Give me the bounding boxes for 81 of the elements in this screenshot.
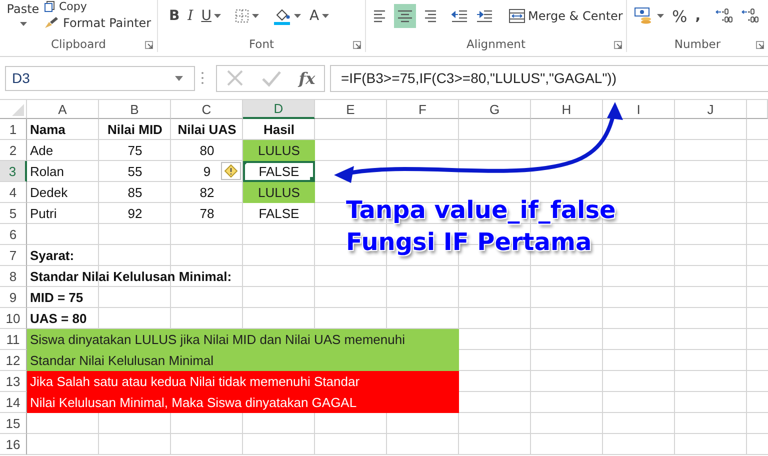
column-header[interactable]: J	[675, 100, 747, 119]
merge-cells-icon	[509, 9, 525, 23]
caret-icon	[20, 22, 26, 26]
format-painter-button[interactable]: Format Painter	[44, 12, 157, 34]
column-header[interactable]: D	[243, 100, 315, 119]
underline-button[interactable]: U	[198, 4, 224, 28]
borders-icon	[235, 9, 250, 23]
caret-icon	[322, 14, 330, 18]
table-cell[interactable]: 9	[171, 161, 243, 182]
column-header[interactable]: H	[531, 100, 603, 119]
comma-style-button[interactable]: ,	[692, 4, 704, 28]
table-cell[interactable]: LULUS	[243, 140, 315, 161]
table-cell[interactable]: MID = 75	[27, 287, 99, 308]
caret-icon	[294, 14, 302, 18]
column-header[interactable]: A	[27, 100, 99, 119]
table-cell[interactable]: Dedek	[27, 182, 99, 203]
formula-input[interactable]: =IF(B3>=75,IF(C3>=80,"LULUS","GAGAL"))	[330, 64, 768, 92]
percent-style-button[interactable]: %	[669, 4, 690, 28]
group-label: Number	[674, 37, 721, 51]
indent-icon	[476, 9, 493, 23]
dialog-launcher-icon[interactable]	[353, 41, 361, 49]
error-warning-icon[interactable]	[221, 162, 241, 180]
grip-icon	[201, 71, 204, 85]
table-cell[interactable]: 80	[171, 140, 243, 161]
table-cell[interactable]: 55	[99, 161, 171, 182]
annotation-text: Tanpa value_if_false	[346, 195, 616, 226]
italic-button[interactable]: I	[184, 4, 196, 28]
insert-function-button[interactable]: fx	[298, 68, 316, 88]
align-center-button[interactable]	[394, 4, 416, 28]
column-header[interactable]: F	[387, 100, 459, 119]
caret-icon	[252, 14, 260, 18]
merge-center-button[interactable]: Merge & Center	[506, 4, 626, 28]
outdent-icon	[451, 9, 468, 23]
dialog-launcher-icon[interactable]	[614, 41, 622, 49]
bold-button[interactable]: B	[166, 4, 183, 28]
group-label: Alignment	[466, 37, 526, 51]
column-header[interactable]: B	[99, 100, 171, 119]
dialog-launcher-icon[interactable]	[145, 41, 153, 49]
paint-bucket-icon	[273, 7, 292, 25]
table-cell[interactable]: Hasil	[243, 119, 315, 140]
check-icon[interactable]	[261, 69, 282, 87]
table-cell[interactable]: UAS = 80	[27, 308, 99, 329]
caret-icon	[214, 14, 222, 18]
decrease-decimal-icon	[740, 8, 759, 24]
name-box[interactable]: D3	[5, 66, 195, 90]
table-cell[interactable]: Nilai Kelulusan Minimal, Maka Siswa dinyatakan GAGAL	[27, 392, 459, 413]
banknote-coins-icon	[634, 7, 654, 25]
annotation-text: Fungsi IF Pertama	[346, 227, 593, 258]
increase-decimal-icon	[714, 8, 733, 24]
table-cell[interactable]: 92	[99, 203, 171, 224]
table-cell[interactable]: Standar Nilai Kelulusan Minimal:	[27, 266, 315, 287]
table-cell[interactable]: Syarat:	[27, 245, 99, 266]
table-cell[interactable]: Ade	[27, 140, 99, 161]
table-cell[interactable]: Jika Salah satu atau kedua Nilai tidak memenuhi Standar	[27, 371, 459, 392]
column-header[interactable]: G	[459, 100, 531, 119]
table-cell[interactable]: Nilai MID	[99, 119, 171, 140]
caret-icon	[657, 14, 664, 18]
table-cell[interactable]: 75	[99, 140, 171, 161]
dialog-launcher-icon[interactable]	[756, 41, 764, 49]
column-header[interactable]: E	[315, 100, 387, 119]
table-cell[interactable]: Nama	[27, 119, 99, 140]
paste-button[interactable]: Paste	[6, 0, 40, 32]
table-cell[interactable]: 85	[99, 182, 171, 203]
table-cell[interactable]: FALSE	[243, 203, 315, 224]
table-cell[interactable]: Nilai UAS	[171, 119, 243, 140]
table-cell[interactable]: FALSE	[243, 161, 315, 182]
group-label: Clipboard	[51, 37, 106, 51]
row-header[interactable]: 3	[0, 161, 27, 182]
table-cell[interactable]: Putri	[27, 203, 99, 224]
copy-button[interactable]: Copy	[44, 0, 157, 12]
paintbrush-icon	[44, 16, 60, 30]
table-cell[interactable]: 82	[171, 182, 243, 203]
font-color-button[interactable]: A	[306, 4, 332, 28]
table-cell[interactable]: LULUS	[243, 182, 315, 203]
table-cell[interactable]: Siswa dinyatakan LULUS jika Nilai MID dan Nilai UAS memenuhi	[27, 329, 459, 350]
caret-icon[interactable]	[175, 76, 183, 80]
table-cell[interactable]: Rolan	[27, 161, 99, 182]
align-center-icon	[397, 9, 413, 23]
table-cell[interactable]: 78	[171, 203, 243, 224]
table-cell[interactable]: Standar Nilai Kelulusan Minimal	[27, 350, 459, 371]
group-label: Font	[248, 37, 274, 51]
